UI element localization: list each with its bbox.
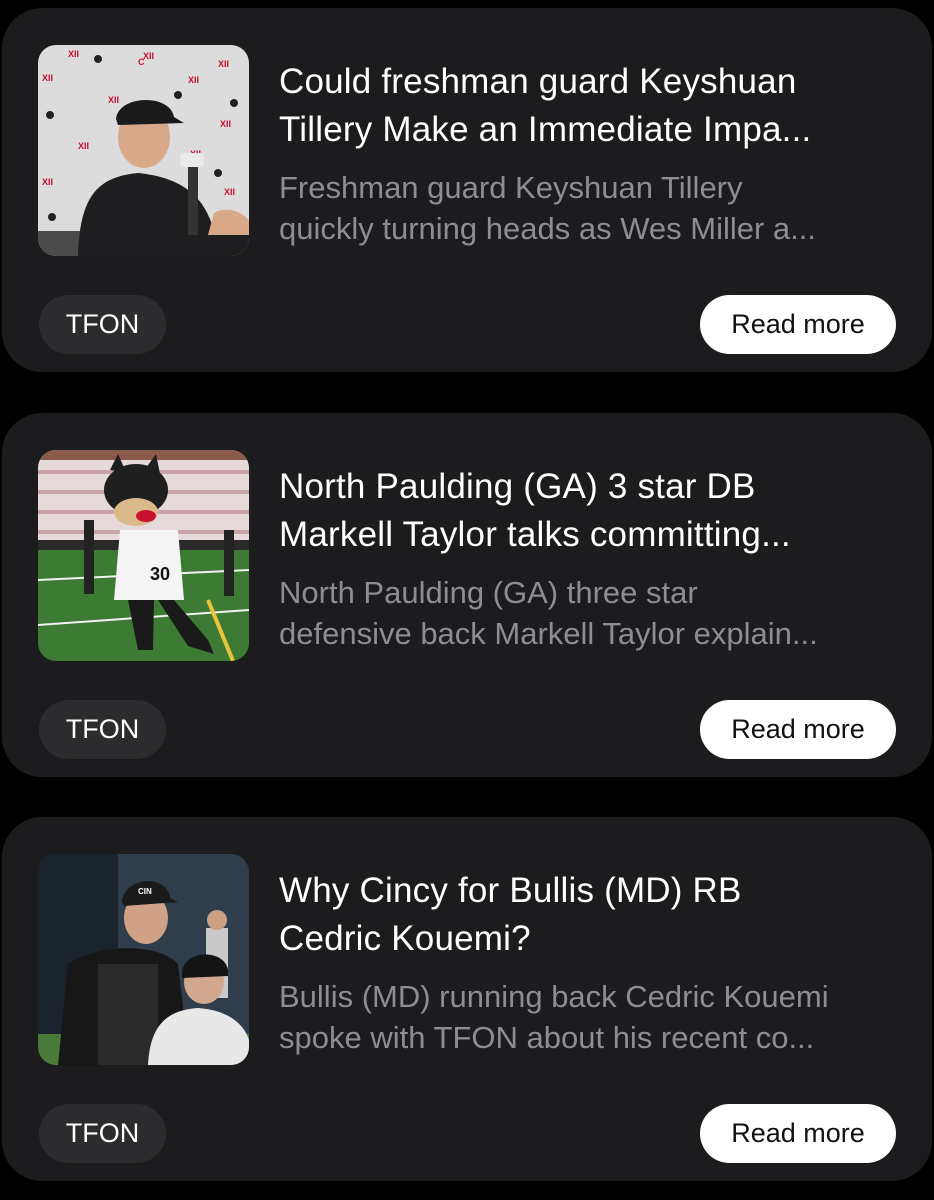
source-badge[interactable]: TFON bbox=[39, 1104, 166, 1163]
article-title[interactable]: Why Cincy for Bullis (MD) RB Cedric Koue… bbox=[279, 867, 899, 963]
article-feed: XIIXIIXII XIIXIIXII XIIXIIXII XIIXIIC bbox=[0, 0, 934, 1200]
svg-text:XII: XII bbox=[220, 119, 231, 129]
article-card[interactable]: XIIXIIXII XIIXIIXII XIIXIIXII XIIXIIC bbox=[2, 8, 932, 372]
article-card[interactable]: CIN Why Cincy for Bullis (MD) RB Cedric … bbox=[2, 817, 932, 1181]
article-card[interactable]: 30 North Paulding (GA) 3 star DB Markell… bbox=[2, 413, 932, 777]
coach-with-fan-photo: CIN bbox=[38, 854, 249, 1065]
article-thumbnail[interactable]: 30 bbox=[38, 450, 249, 661]
article-title-line: North Paulding (GA) 3 star DB bbox=[279, 467, 756, 506]
article-title-line: Why Cincy for Bullis (MD) RB bbox=[279, 871, 742, 910]
article-thumbnail[interactable]: CIN bbox=[38, 854, 249, 1065]
svg-text:XII: XII bbox=[42, 177, 53, 187]
article-title-line: Markell Taylor talks committing... bbox=[279, 515, 791, 554]
svg-text:XII: XII bbox=[78, 141, 89, 151]
article-title[interactable]: Could freshman guard Keyshuan Tillery Ma… bbox=[279, 58, 899, 154]
article-thumbnail[interactable]: XIIXIIXII XIIXIIXII XIIXIIXII XIIXIIC bbox=[38, 45, 249, 256]
article-title-line: Cedric Kouemi? bbox=[279, 919, 531, 958]
article-summary-line: spoke with TFON about his recent co... bbox=[279, 1020, 815, 1055]
source-badge[interactable]: TFON bbox=[39, 700, 166, 759]
svg-text:XII: XII bbox=[218, 59, 229, 69]
article-summary-line: Freshman guard Keyshuan Tillery bbox=[279, 170, 743, 205]
article-title-line: Could freshman guard Keyshuan bbox=[279, 62, 797, 101]
read-more-button[interactable]: Read more bbox=[700, 1104, 896, 1163]
article-title-line: Tillery Make an Immediate Impa... bbox=[279, 110, 812, 149]
svg-text:C: C bbox=[138, 57, 145, 67]
article-summary: Freshman guard Keyshuan Tillery quickly … bbox=[279, 167, 899, 249]
svg-text:30: 30 bbox=[150, 564, 170, 584]
article-summary: Bullis (MD) running back Cedric Kouemi s… bbox=[279, 976, 899, 1058]
read-more-button[interactable]: Read more bbox=[700, 295, 896, 354]
source-badge[interactable]: TFON bbox=[39, 295, 166, 354]
article-summary-line: North Paulding (GA) three star bbox=[279, 575, 698, 610]
svg-text:XII: XII bbox=[42, 73, 53, 83]
mascot-on-field-photo: 30 bbox=[38, 450, 249, 661]
svg-text:XII: XII bbox=[68, 49, 79, 59]
article-summary: North Paulding (GA) three star defensive… bbox=[279, 572, 899, 654]
article-summary-line: defensive back Markell Taylor explain... bbox=[279, 616, 818, 651]
article-title[interactable]: North Paulding (GA) 3 star DB Markell Ta… bbox=[279, 463, 899, 559]
article-summary-line: quickly turning heads as Wes Miller a... bbox=[279, 211, 816, 246]
article-summary-line: Bullis (MD) running back Cedric Kouemi bbox=[279, 979, 829, 1014]
read-more-button[interactable]: Read more bbox=[700, 700, 896, 759]
svg-text:XII: XII bbox=[224, 187, 235, 197]
svg-text:XII: XII bbox=[108, 95, 119, 105]
svg-text:XII: XII bbox=[143, 51, 154, 61]
press-conference-photo: XIIXIIXII XIIXIIXII XIIXIIXII XIIXIIC bbox=[38, 45, 249, 256]
svg-text:XII: XII bbox=[188, 75, 199, 85]
svg-text:CIN: CIN bbox=[138, 887, 152, 896]
